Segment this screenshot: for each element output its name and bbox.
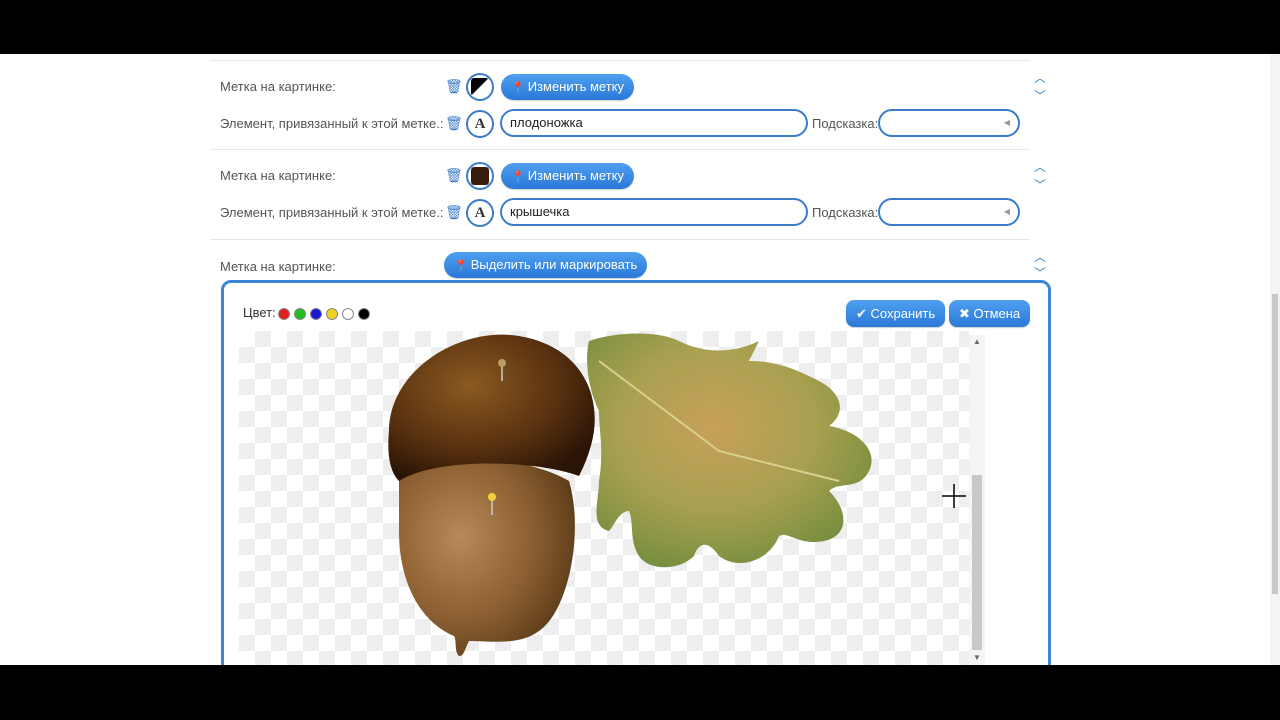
color-black[interactable] bbox=[358, 308, 370, 320]
marker-editor-dialog: Цвет: ✔ Сохранить ✖ Отмена ▲ ▼ bbox=[221, 280, 1051, 665]
mark-label: Метка на картинке: bbox=[220, 259, 336, 274]
trash-icon[interactable]: 🗑 bbox=[445, 78, 463, 94]
crosshair-cursor-icon bbox=[942, 484, 966, 508]
marker-pin bbox=[488, 493, 496, 501]
pin-icon: 📍 bbox=[454, 260, 468, 272]
mark-label: Метка на картинке: bbox=[220, 168, 336, 183]
hint-label: Подсказка: bbox=[812, 116, 879, 131]
scroll-up-icon[interactable]: ▲ bbox=[973, 337, 981, 346]
color-red[interactable] bbox=[278, 308, 290, 320]
page-scroll-thumb[interactable] bbox=[1272, 294, 1278, 594]
sound-icon[interactable]: ◀ bbox=[1004, 207, 1010, 216]
element-label: Элемент, привязанный к этой метке.: bbox=[220, 205, 444, 220]
scroll-thumb[interactable] bbox=[972, 475, 982, 650]
hint-input[interactable]: ◀ bbox=[878, 109, 1020, 137]
page: Метка на картинке: 🗑 📍 Изменить метку ︿ ﹀… bbox=[0, 54, 1280, 665]
trash-icon[interactable]: 🗑 bbox=[445, 167, 463, 183]
cancel-label: Отмена bbox=[973, 306, 1021, 321]
element-input[interactable]: крышечка bbox=[500, 198, 808, 226]
change-marker-label: Изменить метку bbox=[527, 79, 624, 94]
move-down-icon[interactable]: ﹀ bbox=[1034, 90, 1046, 102]
oak-leaf bbox=[587, 333, 872, 568]
acorn-nut bbox=[399, 458, 575, 656]
change-marker-label: Изменить метку bbox=[527, 168, 624, 183]
text-element-icon[interactable]: A bbox=[466, 199, 494, 227]
sound-icon[interactable]: ◀ bbox=[1004, 118, 1010, 127]
mark-label: Метка на картинке: bbox=[220, 79, 336, 94]
color-green[interactable] bbox=[294, 308, 306, 320]
color-white[interactable] bbox=[342, 308, 354, 320]
close-icon: ✖ bbox=[959, 306, 974, 321]
save-label: Сохранить bbox=[870, 306, 936, 321]
acorn-cap bbox=[388, 334, 595, 481]
change-marker-button[interactable]: 📍 Изменить метку bbox=[501, 163, 634, 189]
pin-icon: 📍 bbox=[511, 171, 525, 183]
hint-label: Подсказка: bbox=[812, 205, 879, 220]
marker-swatch bbox=[471, 78, 489, 96]
move-down-icon[interactable]: ﹀ bbox=[1034, 179, 1046, 191]
move-down-icon[interactable]: ﹀ bbox=[1034, 267, 1046, 279]
hint-input[interactable]: ◀ bbox=[878, 198, 1020, 226]
select-or-mark-label: Выделить или маркировать bbox=[470, 257, 638, 272]
element-label: Элемент, привязанный к этой метке.: bbox=[220, 116, 444, 131]
move-up-icon[interactable]: ︿ bbox=[1034, 161, 1046, 173]
move-up-icon[interactable]: ︿ bbox=[1034, 72, 1046, 84]
page-scrollbar[interactable] bbox=[1270, 54, 1280, 665]
marker-swatch-button[interactable] bbox=[466, 73, 494, 101]
save-button[interactable]: ✔ Сохранить bbox=[846, 300, 946, 327]
select-or-mark-button[interactable]: 📍 Выделить или маркировать bbox=[444, 252, 648, 278]
marker-swatch bbox=[471, 167, 489, 185]
element-input[interactable]: плодоножка bbox=[500, 109, 808, 137]
trash-icon[interactable]: 🗑 bbox=[445, 115, 463, 131]
marker-pin bbox=[498, 359, 506, 367]
marker-row-3: Метка на картинке: 📍 Выделить или маркиро… bbox=[210, 240, 1046, 280]
marker-row-1: Метка на картинке: 🗑 📍 Изменить метку ︿ ﹀… bbox=[210, 60, 1046, 150]
image-canvas[interactable] bbox=[239, 331, 969, 665]
change-marker-button[interactable]: 📍 Изменить метку bbox=[501, 74, 634, 100]
cancel-button[interactable]: ✖ Отмена bbox=[949, 300, 1031, 327]
move-up-icon[interactable]: ︿ bbox=[1034, 251, 1046, 263]
color-blue[interactable] bbox=[310, 308, 322, 320]
trash-icon[interactable]: 🗑 bbox=[445, 204, 463, 220]
marker-row-2: Метка на картинке: 🗑 📍 Изменить метку ︿ ﹀… bbox=[210, 150, 1046, 240]
marker-swatch-button[interactable] bbox=[466, 162, 494, 190]
color-yellow[interactable] bbox=[326, 308, 338, 320]
color-label: Цвет: bbox=[243, 305, 276, 320]
canvas-scrollbar[interactable]: ▲ ▼ bbox=[969, 335, 985, 665]
text-element-icon[interactable]: A bbox=[466, 110, 494, 138]
check-icon: ✔ bbox=[856, 306, 871, 321]
acorn-leaf-image bbox=[388, 333, 872, 656]
scroll-down-icon[interactable]: ▼ bbox=[973, 653, 981, 662]
pin-icon: 📍 bbox=[511, 82, 525, 94]
